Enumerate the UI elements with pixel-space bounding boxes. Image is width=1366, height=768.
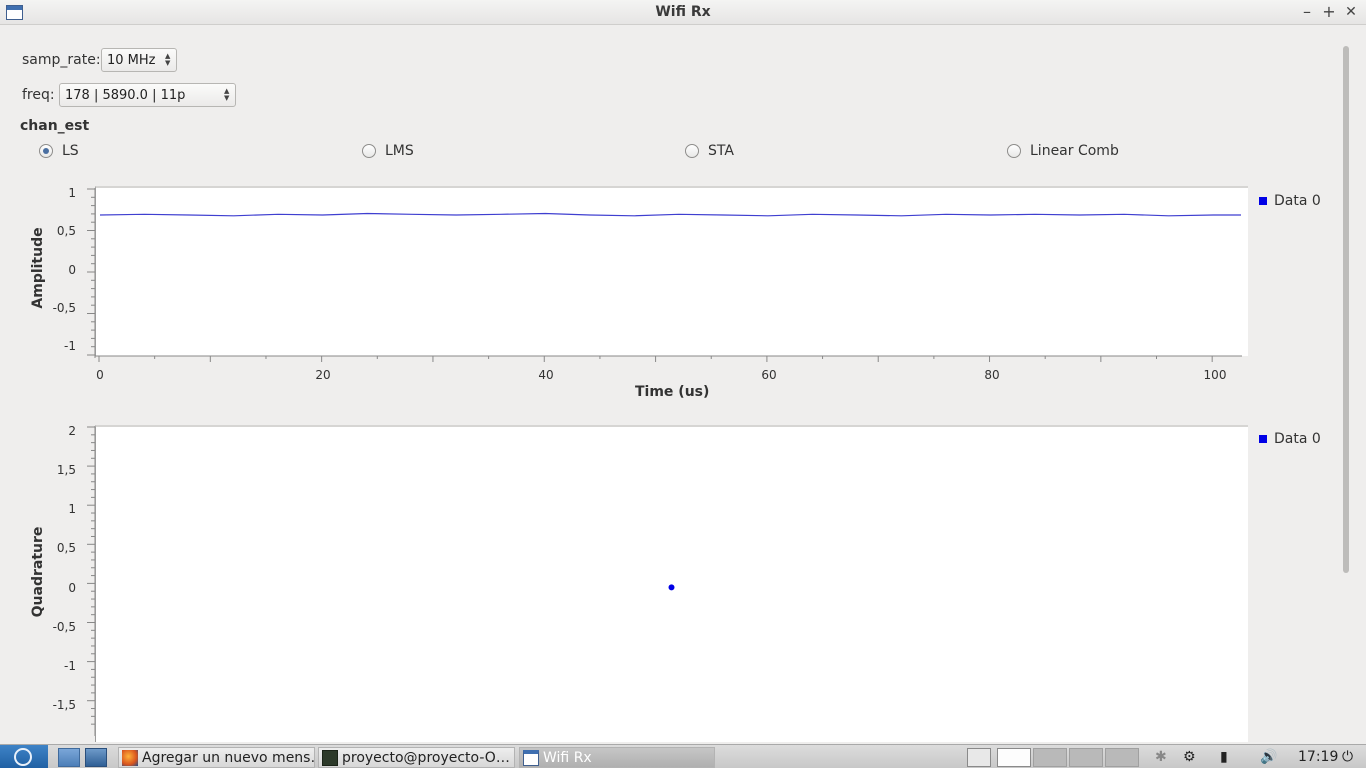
freq-combobox[interactable]: 178 | 5890.0 | 11p ▲ ▼ (59, 83, 236, 107)
legend-label: Data 0 (1274, 193, 1321, 209)
y-tick: -1,5 (52, 698, 76, 712)
radio-lms[interactable]: LMS (362, 143, 414, 159)
minimize-button[interactable]: – (1297, 2, 1317, 22)
spin-arrows-icon[interactable]: ▲ ▼ (165, 53, 172, 67)
x-tick: 0 (96, 368, 104, 382)
legend-swatch (1259, 435, 1267, 443)
radio-lms-label: LMS (385, 143, 414, 159)
y-tick: 0,5 (56, 541, 76, 555)
y-tick: 1,5 (56, 463, 76, 477)
radio-ls[interactable]: LS (39, 143, 79, 159)
time-plot-canvas[interactable] (95, 186, 1248, 356)
time-axis-label: Time (us) (635, 384, 710, 400)
radio-linear-comb-label: Linear Comb (1030, 143, 1119, 159)
window-icon (523, 749, 539, 766)
y-tick: 2 (68, 424, 76, 438)
x-tick: 80 (984, 368, 1000, 382)
workspace-1[interactable] (997, 748, 1031, 767)
update-icon[interactable]: ⚙ (1183, 746, 1196, 768)
terminal-icon (322, 749, 338, 766)
workspace-4[interactable] (1105, 748, 1139, 767)
bluetooth-icon[interactable]: ✱ (1155, 746, 1167, 768)
y-tick: 0 (68, 263, 76, 277)
main-content: samp_rate: 10 MHz ▲ ▼ freq: 178 | 5890.0 … (0, 26, 1340, 742)
radio-ls-label: LS (62, 143, 79, 159)
radio-sta[interactable]: STA (685, 143, 734, 159)
scatter-point (668, 584, 675, 591)
y-tick: -1 (64, 339, 76, 353)
combo-arrows-icon[interactable]: ▲ ▼ (224, 88, 231, 102)
workspace-3[interactable] (1069, 748, 1103, 767)
amplitude-trace (99, 212, 1241, 217)
samp-rate-label: samp_rate: (22, 52, 101, 68)
close-button[interactable]: ✕ (1341, 2, 1361, 22)
x-tick: 60 (761, 368, 777, 382)
workspace-2[interactable] (1033, 748, 1067, 767)
constellation-canvas[interactable] (95, 425, 1248, 742)
window-title: Wifi Rx (655, 4, 711, 20)
x-tick: 40 (538, 368, 554, 382)
x-axis-ticks (95, 355, 1242, 362)
volume-icon[interactable]: 🔊 (1260, 746, 1277, 768)
constellation-points (668, 584, 675, 591)
file-manager-icon[interactable] (58, 748, 80, 767)
x-tick: 20 (315, 368, 331, 382)
task-firefox[interactable]: Agregar un nuevo mens… (118, 747, 315, 768)
constellation-legend[interactable]: Data 0 (1259, 431, 1321, 447)
radio-linear-comb-indicator[interactable] (1007, 144, 1021, 158)
maximize-button[interactable]: + (1319, 2, 1339, 22)
clock[interactable]: 17:19 (1298, 749, 1338, 765)
title-bar: Wifi Rx – + ✕ (0, 0, 1366, 25)
y-tick: 1 (68, 502, 76, 516)
y-tick: -1 (64, 659, 76, 673)
firefox-icon (122, 749, 138, 766)
radio-lms-indicator[interactable] (362, 144, 376, 158)
legend-label: Data 0 (1274, 431, 1321, 447)
time-legend[interactable]: Data 0 (1259, 193, 1321, 209)
quadrature-axis-label: Quadrature (30, 526, 46, 618)
signal-icon[interactable]: ▮ (1220, 746, 1228, 768)
y-tick: 0 (68, 581, 76, 595)
series-line (99, 212, 1241, 217)
legend-swatch (1259, 197, 1267, 205)
vertical-scrollbar[interactable] (1340, 36, 1352, 732)
start-menu-icon (14, 748, 32, 766)
chan-est-title: chan_est (20, 118, 90, 134)
radio-linear-comb[interactable]: Linear Comb (1007, 143, 1119, 159)
start-menu-button[interactable] (0, 745, 48, 768)
taskbar: Agregar un nuevo mens… proyecto@proyecto… (0, 744, 1366, 768)
y-tick: 0,5 (56, 224, 76, 238)
task-terminal[interactable]: proyecto@proyecto-O… (318, 747, 515, 768)
network-icon[interactable] (85, 748, 107, 767)
samp-rate-spinbox[interactable]: 10 MHz ▲ ▼ (101, 48, 177, 72)
task-wifi-rx[interactable]: Wifi Rx (519, 747, 715, 768)
desktop-switch-icon[interactable] (967, 748, 991, 767)
y-tick: 1 (68, 186, 76, 200)
radio-sta-label: STA (708, 143, 734, 159)
x-tick: 100 (1203, 368, 1227, 382)
freq-value: 178 | 5890.0 | 11p (65, 88, 186, 103)
scrollbar-thumb[interactable] (1343, 46, 1349, 573)
freq-label: freq: (22, 87, 55, 103)
radio-ls-indicator[interactable] (39, 144, 53, 158)
y-tick: -0,5 (52, 620, 76, 634)
radio-sta-indicator[interactable] (685, 144, 699, 158)
samp-rate-value: 10 MHz (107, 53, 156, 68)
y-tick: -0,5 (52, 301, 76, 315)
power-icon[interactable]: ⏻ (1342, 746, 1353, 768)
